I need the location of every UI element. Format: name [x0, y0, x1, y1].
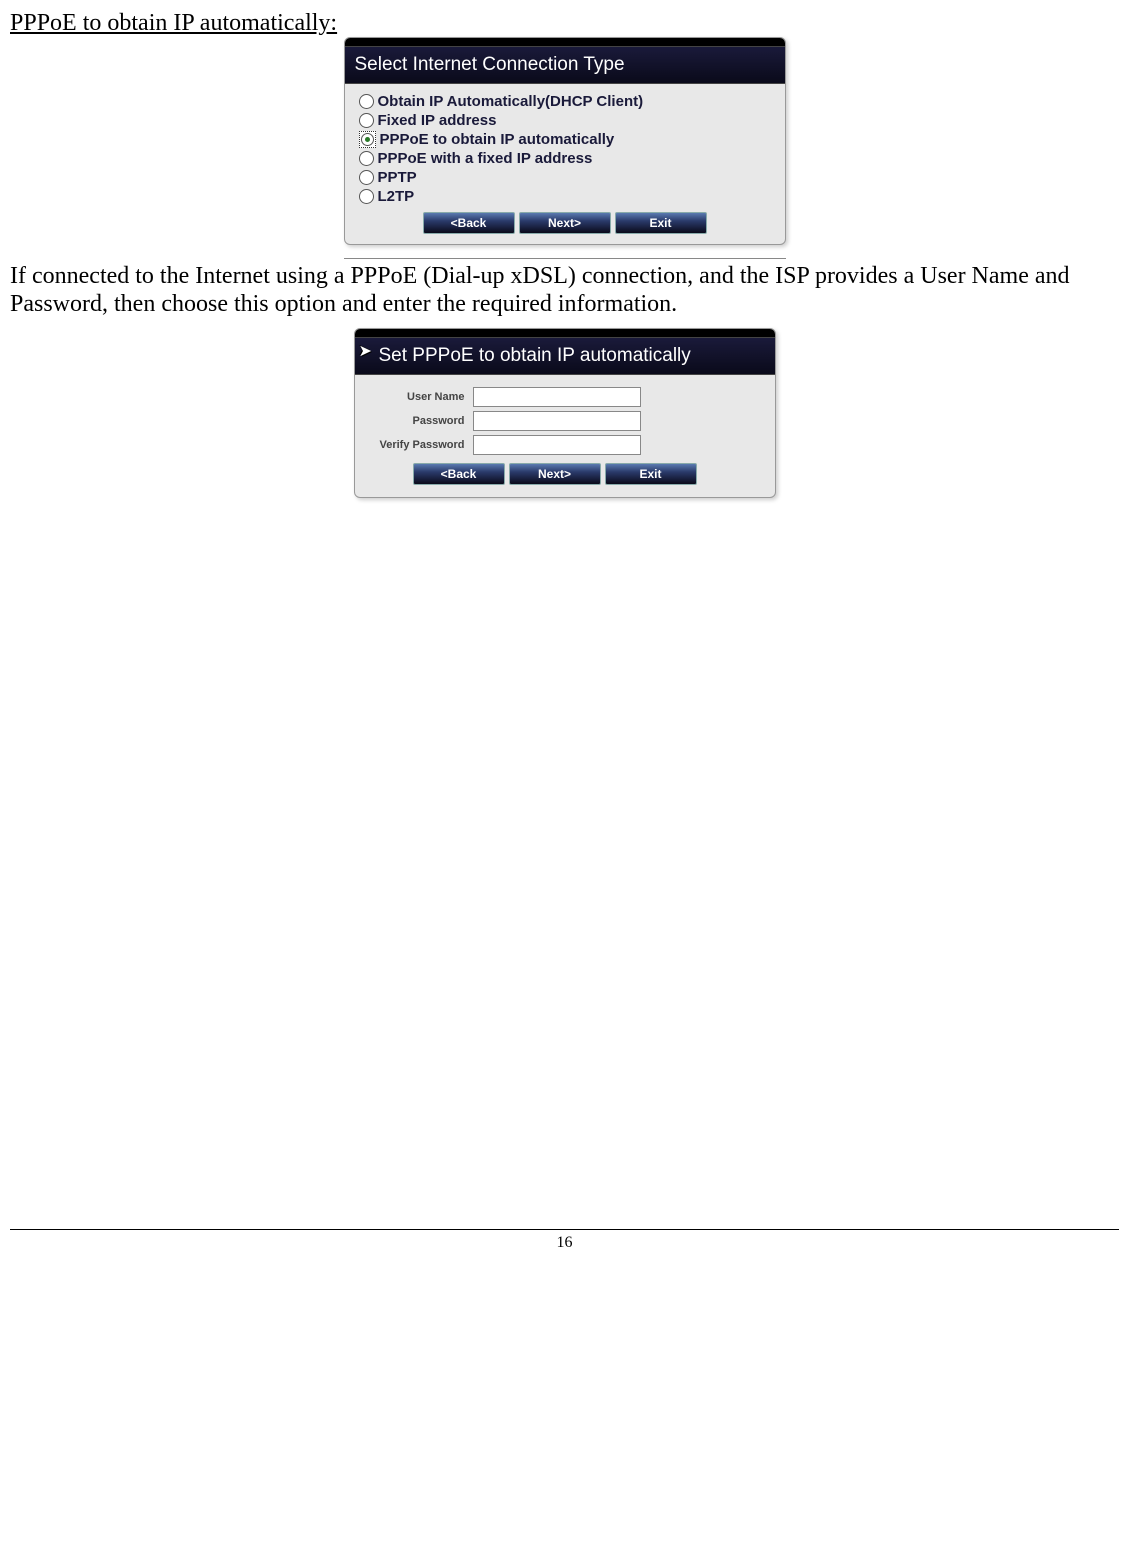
radio-icon: [359, 170, 374, 185]
next-button[interactable]: Next>: [519, 212, 611, 234]
back-button[interactable]: <Back: [423, 212, 515, 234]
password-input[interactable]: [473, 411, 641, 431]
radio-icon: [359, 113, 374, 128]
verify-password-label: Verify Password: [375, 439, 473, 451]
paragraph: If connected to the Internet using a PPP…: [10, 263, 1119, 318]
radio-icon: [359, 94, 374, 109]
dialog2-title: ➤ Set PPPoE to obtain IP automatically: [355, 337, 775, 375]
dialog1-title: Select Internet Connection Type: [345, 46, 785, 84]
radio-icon: [359, 189, 374, 204]
username-input[interactable]: [473, 387, 641, 407]
section-heading: PPPoE to obtain IP automatically:: [10, 10, 1119, 37]
radio-option-dhcp[interactable]: Obtain IP Automatically(DHCP Client): [359, 92, 771, 111]
dialog-set-pppoe: ➤ Set PPPoE to obtain IP automatically U…: [354, 328, 776, 498]
radio-option-pppoe-auto[interactable]: PPPoE to obtain IP automatically: [359, 130, 771, 149]
radio-option-pppoe-fixed[interactable]: PPPoE with a fixed IP address: [359, 149, 771, 168]
next-button[interactable]: Next>: [509, 463, 601, 485]
exit-button[interactable]: Exit: [605, 463, 697, 485]
cursor-icon: ➤: [359, 341, 372, 361]
back-button[interactable]: <Back: [413, 463, 505, 485]
page-number: 16: [10, 1229, 1119, 1252]
exit-button[interactable]: Exit: [615, 212, 707, 234]
radio-option-fixed-ip[interactable]: Fixed IP address: [359, 111, 771, 130]
radio-icon: [359, 151, 374, 166]
password-label: Password: [375, 415, 473, 427]
username-label: User Name: [375, 391, 473, 403]
verify-password-input[interactable]: [473, 435, 641, 455]
dialog-select-connection-type: Select Internet Connection Type Obtain I…: [344, 37, 786, 245]
radio-option-l2tp[interactable]: L2TP: [359, 187, 771, 206]
radio-option-pptp[interactable]: PPTP: [359, 168, 771, 187]
radio-selected-icon: [359, 131, 376, 148]
